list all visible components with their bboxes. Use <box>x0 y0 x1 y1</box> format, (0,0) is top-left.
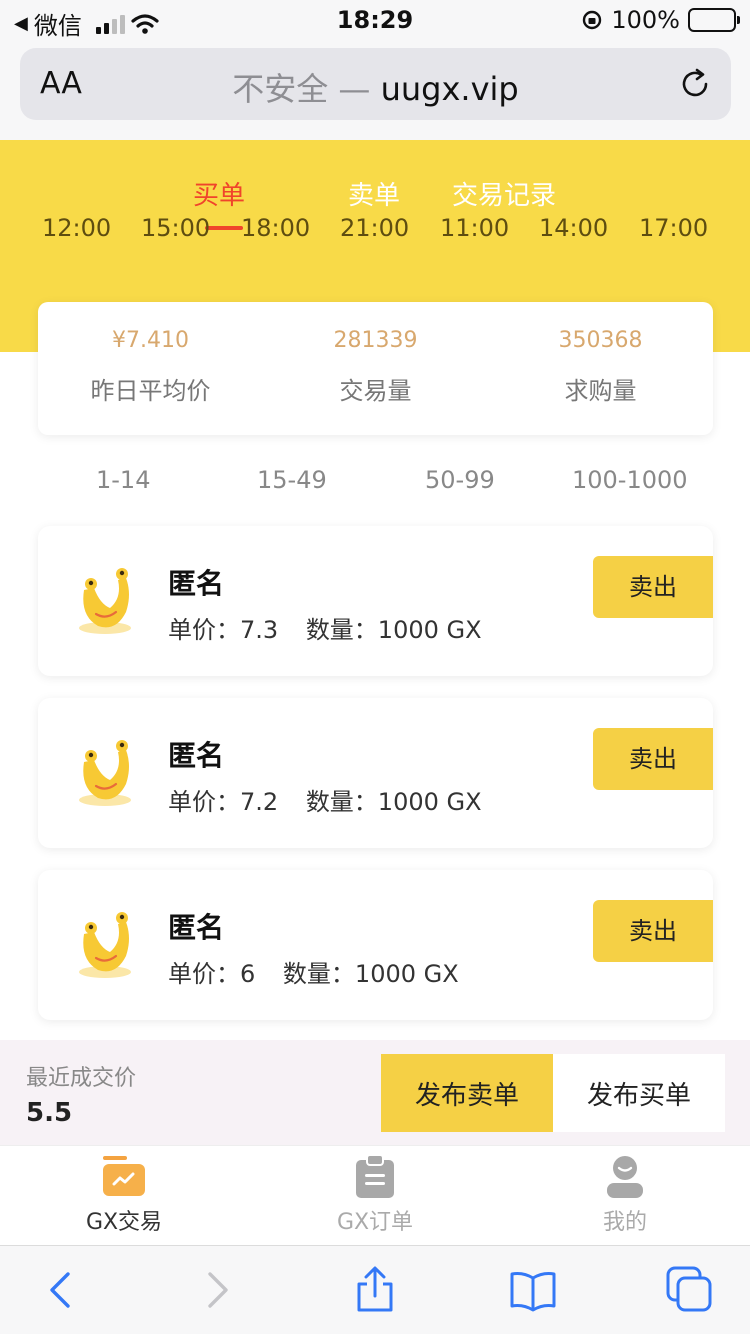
app-tab-bar: GX交易 GX订单 我的 <box>0 1145 750 1245</box>
time-label: 17:00 <box>639 218 709 242</box>
url-text[interactable]: 不安全 — uugx.vip <box>20 64 731 110</box>
url-insecure-label: 不安全 — <box>232 70 371 108</box>
bookmarks-icon[interactable] <box>509 1266 557 1314</box>
browser-toolbar <box>0 1245 750 1334</box>
battery-icon <box>688 8 740 32</box>
mascot-avatar-icon <box>79 740 131 806</box>
nav-gx-trade[interactable]: GX交易 <box>49 1154 199 1236</box>
nav-gx-orders[interactable]: GX订单 <box>300 1154 450 1236</box>
back-icon[interactable] <box>38 1266 86 1314</box>
order-card: 匿名 单价：7.3 数量：1000 GX 卖出 <box>38 526 713 676</box>
order-price: 单价：6 <box>168 960 256 988</box>
stat-label: 交易量 <box>339 377 412 405</box>
order-price: 单价：7.2 <box>168 788 279 816</box>
range-option[interactable]: 50-99 <box>425 466 495 494</box>
range-option[interactable]: 100-1000 <box>572 466 688 494</box>
sell-button[interactable]: 卖出 <box>593 728 713 790</box>
stat-demand: 350368 求购量 <box>488 328 713 406</box>
forward-icon[interactable] <box>194 1266 242 1314</box>
stat-volume: 281339 交易量 <box>263 328 488 406</box>
battery-percent: 100% <box>611 6 680 34</box>
user-icon <box>607 1156 643 1198</box>
nav-label: GX订单 <box>336 1210 414 1235</box>
share-icon[interactable] <box>351 1266 399 1314</box>
range-option[interactable]: 1-14 <box>96 466 150 494</box>
order-quantity: 数量：1000 GX <box>305 788 482 816</box>
order-card: 匿名 单价：7.2 数量：1000 GX 卖出 <box>38 698 713 848</box>
tabs-icon[interactable] <box>666 1266 714 1314</box>
publish-sell-button[interactable]: 发布卖单 <box>381 1054 553 1132</box>
order-info: 单价：7.3 数量：1000 GX <box>168 610 482 645</box>
time-label: 18:00 <box>241 218 311 242</box>
stat-value: 281339 <box>333 328 418 353</box>
recent-price-value: 5.5 <box>26 1098 73 1128</box>
rotation-lock-icon <box>583 10 602 30</box>
reload-icon[interactable] <box>677 66 713 102</box>
order-price: 单价：7.3 <box>168 616 279 644</box>
order-info: 单价：6 数量：1000 GX <box>168 954 459 989</box>
order-card: 匿名 单价：6 数量：1000 GX 卖出 <box>38 870 713 1020</box>
tab-trade-records[interactable]: 交易记录 <box>452 175 556 212</box>
time-strip: 12:00 15:00 18:00 21:00 11:00 14:00 17:0… <box>0 218 750 244</box>
nav-label: GX交易 <box>85 1210 163 1235</box>
bottom-action-bar: 最近成交价 5.5 发布卖单 发布买单 <box>0 1040 750 1145</box>
mascot-avatar-icon <box>79 568 131 634</box>
sell-button[interactable]: 卖出 <box>593 556 713 618</box>
stat-label: 昨日平均价 <box>90 377 211 405</box>
order-info: 单价：7.2 数量：1000 GX <box>168 782 482 817</box>
tab-sell-orders[interactable]: 卖单 <box>348 175 400 212</box>
time-label: 21:00 <box>340 218 410 242</box>
url-domain: uugx.vip <box>380 70 519 108</box>
status-bar: ◀ 微信 18:29 100% <box>0 0 750 40</box>
tab-bar: 买单 卖单 交易记录 <box>0 175 750 215</box>
stat-value: 350368 <box>558 328 643 353</box>
status-right: 100% <box>581 6 740 34</box>
time-label: 14:00 <box>539 218 609 242</box>
chart-card-icon <box>103 1156 145 1196</box>
order-quantity: 数量：1000 GX <box>305 616 482 644</box>
order-user-name: 匿名 <box>168 911 225 944</box>
quantity-range-filter: 1-14 15-49 50-99 100-1000 <box>0 466 750 496</box>
clipboard-icon <box>356 1154 394 1198</box>
order-user-name: 匿名 <box>168 739 225 772</box>
order-quantity: 数量：1000 GX <box>282 960 459 988</box>
time-label: 11:00 <box>440 218 510 242</box>
nav-label: 我的 <box>602 1210 647 1235</box>
publish-buy-button[interactable]: 发布买单 <box>553 1054 725 1132</box>
order-user-name: 匿名 <box>168 567 225 600</box>
mascot-avatar-icon <box>79 912 131 978</box>
tab-buy-orders[interactable]: 买单 <box>193 175 245 212</box>
url-field[interactable]: AA 不安全 — uugx.vip <box>20 48 731 120</box>
nav-mine[interactable]: 我的 <box>550 1154 700 1236</box>
sell-button[interactable]: 卖出 <box>593 900 713 962</box>
stat-label: 求购量 <box>564 377 637 405</box>
browser-bar: AA 不安全 — uugx.vip <box>0 40 750 140</box>
stats-card: ¥7.410 昨日平均价 281339 交易量 350368 求购量 <box>38 302 713 435</box>
time-label: 12:00 <box>42 218 112 242</box>
stat-value: ¥7.410 <box>112 328 189 353</box>
time-label: 15:00 <box>141 218 211 242</box>
range-option[interactable]: 15-49 <box>257 466 327 494</box>
recent-price-label: 最近成交价 <box>26 1066 137 1091</box>
stat-avg-price: ¥7.410 昨日平均价 <box>38 328 263 406</box>
